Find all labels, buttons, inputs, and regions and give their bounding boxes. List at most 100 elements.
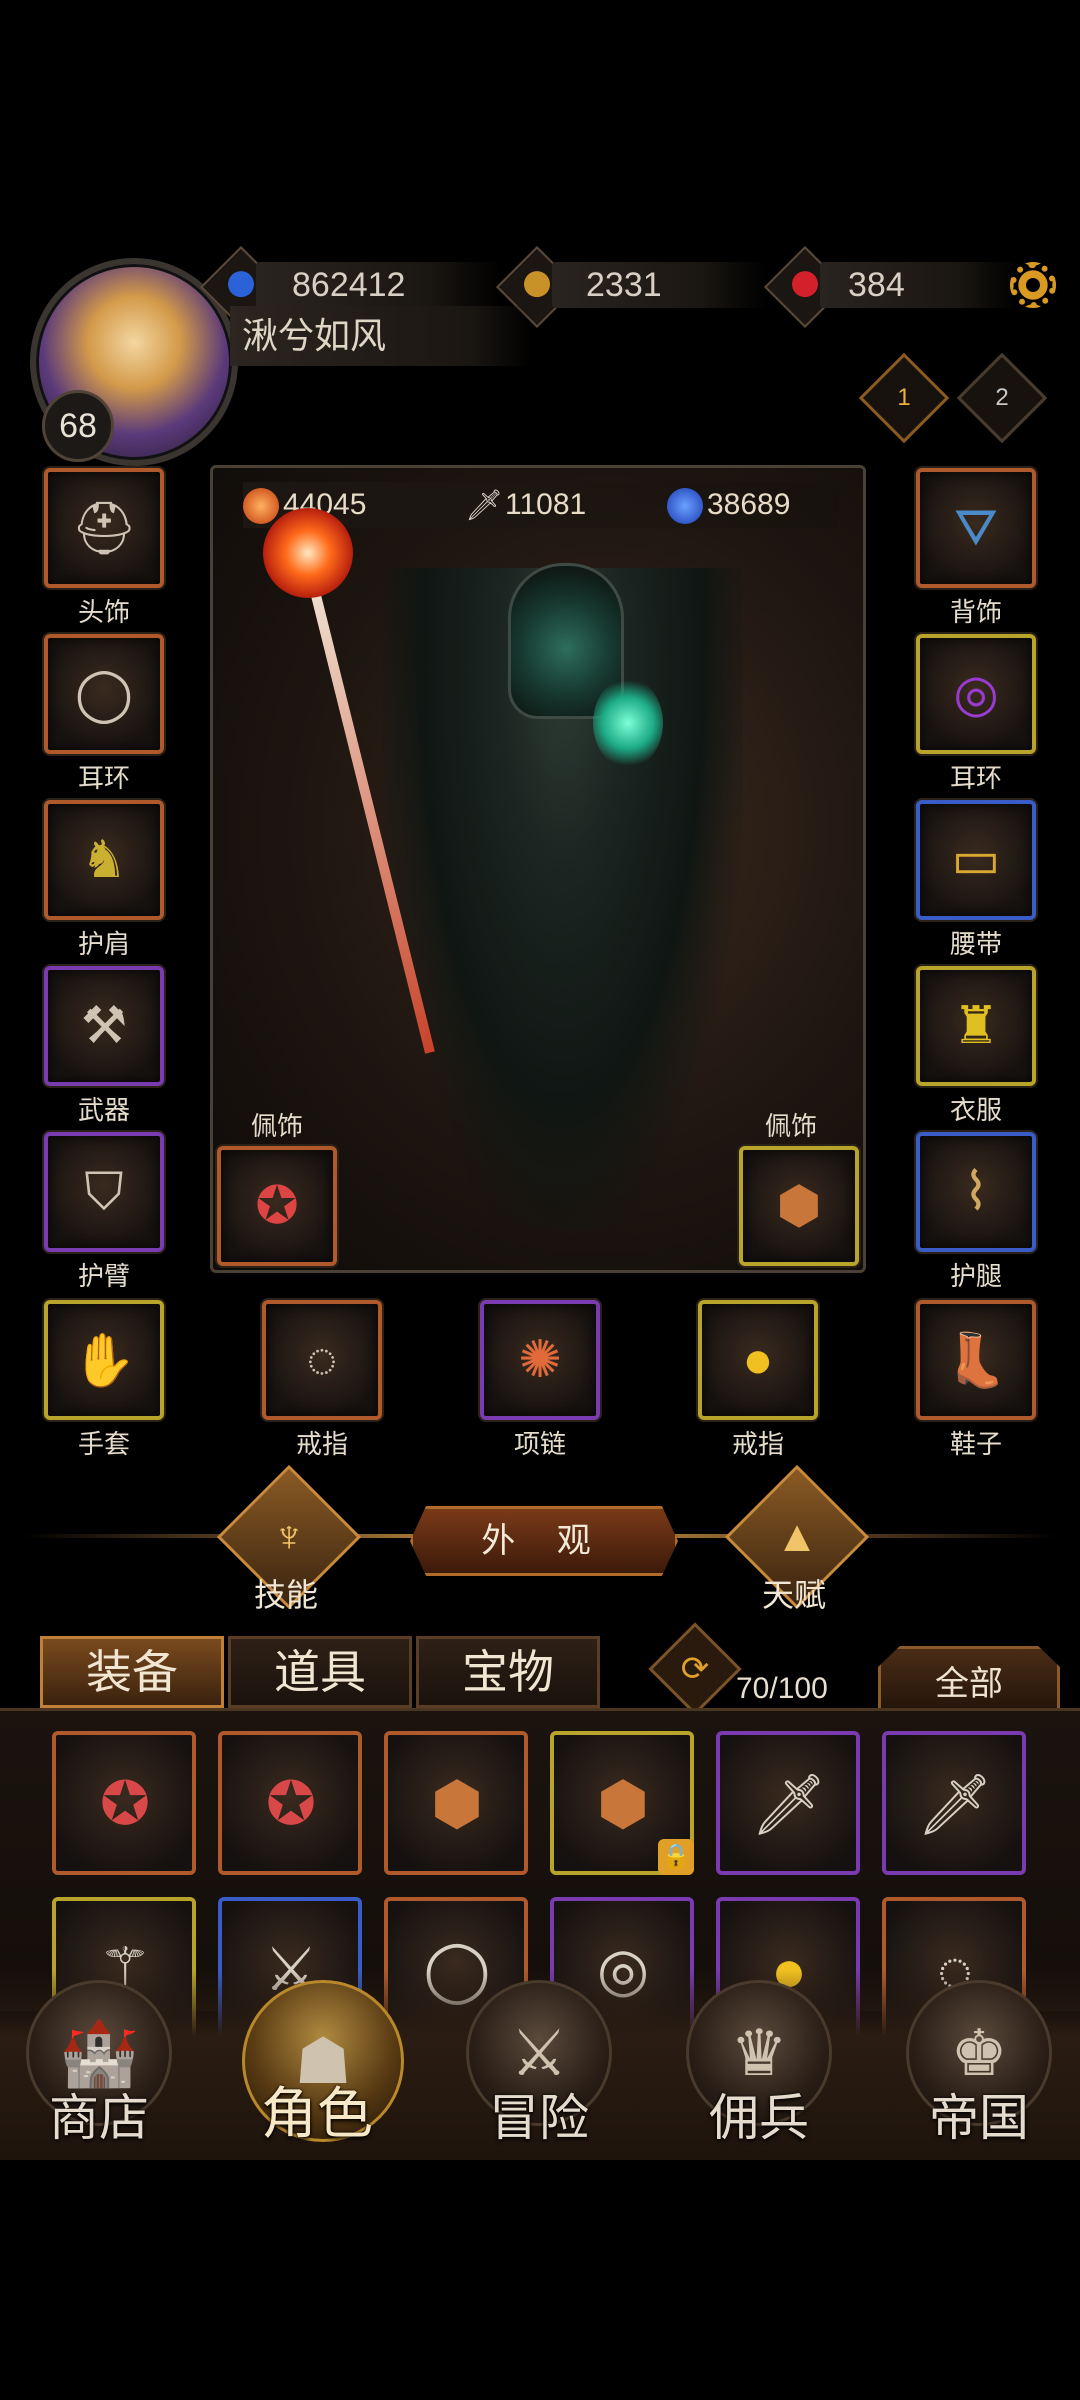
nav-label: 帝国: [929, 2089, 1029, 2147]
pendant-icon: ⬢: [430, 1770, 484, 1837]
slot-label: 武器: [77, 1095, 130, 1125]
inventory-slot[interactable]: ⬢: [384, 1731, 528, 1875]
bracer-icon: ⛉: [84, 1162, 124, 1221]
earring-icon: ◯: [74, 665, 134, 723]
pendant-right-label: 佩饰: [765, 1111, 818, 1141]
helmet-icon: ⛑: [70, 499, 137, 558]
earring-icon: ◎: [953, 665, 999, 723]
rank-2-number: 2: [995, 384, 1009, 411]
boots-icon: 👢: [943, 1331, 1009, 1390]
nav-label: 角色: [261, 2082, 373, 2147]
pendant-icon: ✪: [99, 1770, 151, 1837]
stat-attack-value: 11081: [505, 488, 587, 521]
currency-gems: 862412: [256, 262, 502, 308]
nav-mercenary[interactable]: ♛ 佣兵: [684, 1980, 834, 2150]
gold-ring-icon: ●: [742, 1331, 774, 1389]
inventory-slot[interactable]: ⬢ 🔒: [550, 1731, 694, 1875]
slot-pendant-right[interactable]: ⬢: [739, 1146, 859, 1266]
shoulder-icon: ♞: [80, 831, 128, 889]
slot-label: 背饰: [949, 597, 1002, 627]
pendant-icon: ✪: [255, 1177, 299, 1235]
slot-clothes[interactable]: ♜: [916, 966, 1036, 1086]
skills-label: 技能: [253, 1577, 318, 1613]
tab-items[interactable]: 道具: [228, 1636, 412, 1708]
necklace-icon: ✺: [518, 1331, 562, 1389]
slot-gloves[interactable]: ✋: [44, 1300, 164, 1420]
nav-character[interactable]: ☗ 角色: [242, 1980, 404, 2150]
nav-adventure[interactable]: ⚔ 冒险: [464, 1980, 614, 2150]
player-level-badge: 68: [42, 390, 114, 462]
refresh-button[interactable]: ⟳: [648, 1622, 742, 1716]
nav-empire[interactable]: ♚ 帝国: [904, 1980, 1054, 2150]
inventory-slot[interactable]: 🗡: [882, 1731, 1026, 1875]
inventory-slot[interactable]: ✪: [218, 1731, 362, 1875]
inventory-slot[interactable]: ✪: [52, 1731, 196, 1875]
slot-label: 戒指: [731, 1429, 784, 1459]
fire-orb-icon: [243, 488, 279, 525]
slot-shoulder[interactable]: ♞: [44, 800, 164, 920]
slot-weapon[interactable]: ⚒: [44, 966, 164, 1086]
character-preview-panel: 44045 🗡11081 38689 佩饰 ✪ 佩饰 ⬢: [210, 465, 866, 1273]
mana-orb-icon: [667, 488, 703, 525]
slot-ring-right[interactable]: ●: [698, 1300, 818, 1420]
nav-label: 冒险: [489, 2089, 589, 2147]
sword-icon: 🗡: [465, 489, 504, 523]
slot-label: 头饰: [77, 597, 130, 627]
slot-belt[interactable]: ▭: [916, 800, 1036, 920]
ring-icon: ◌: [306, 1331, 338, 1389]
talent-label: 天赋: [761, 1577, 826, 1613]
dagger-icon: 🗡: [916, 1770, 994, 1838]
nav-shop[interactable]: 🏰 商店: [24, 1980, 174, 2150]
slot-ring-left[interactable]: ◌: [262, 1300, 382, 1420]
slot-label: 手套: [77, 1429, 130, 1459]
inventory-slot[interactable]: 🗡: [716, 1731, 860, 1875]
nav-label: 佣兵: [709, 2089, 809, 2147]
slot-necklace[interactable]: ✺: [480, 1300, 600, 1420]
currency-gold: 2331: [552, 262, 766, 308]
armor-icon: ♜: [952, 997, 1000, 1055]
pendant-icon: ⬢: [596, 1770, 650, 1837]
slot-boots[interactable]: 👢: [916, 1300, 1036, 1420]
slot-pendant-left[interactable]: ✪: [217, 1146, 337, 1266]
slot-label: 衣服: [949, 1095, 1002, 1125]
slot-label: 耳环: [949, 763, 1002, 793]
slot-label: 戒指: [295, 1429, 348, 1459]
lock-icon: 🔒: [658, 1839, 694, 1875]
settings-gear-icon[interactable]: [1010, 262, 1056, 308]
dagger-icon: 🗡: [750, 1770, 828, 1838]
slot-leggings[interactable]: ⌇: [916, 1132, 1036, 1252]
pendant-left-label: 佩饰: [251, 1111, 304, 1141]
filter-all-button[interactable]: 全部: [878, 1646, 1060, 1716]
rank-1-number: 1: [897, 384, 911, 411]
glove-icon: ✋: [71, 1331, 137, 1390]
appearance-button[interactable]: 外 观: [410, 1506, 678, 1576]
slot-back[interactable]: ⛛: [916, 468, 1036, 588]
pendant-icon: ✪: [265, 1770, 317, 1837]
stat-mana: 38689: [667, 482, 790, 528]
cape-icon: ⛛: [954, 498, 998, 557]
inventory-grid: ✪ ✪ ⬢ ⬢🔒 🗡 🗡 ⚚ ⚔ ◯ ◎ ● ◌: [0, 1708, 1080, 2041]
slot-earring-left[interactable]: ◯: [44, 634, 164, 754]
slot-bracer[interactable]: ⛉: [44, 1132, 164, 1252]
nav-label: 商店: [49, 2089, 149, 2147]
bottom-navigation: 🏰 商店 ☗ 角色 ⚔ 冒险 ♛ 佣兵 ♚ 帝国: [0, 1970, 1080, 2160]
slot-label: 护肩: [77, 929, 130, 959]
tab-equipment[interactable]: 装备: [40, 1636, 224, 1708]
tab-treasures[interactable]: 宝物: [416, 1636, 600, 1708]
slot-label: 耳环: [77, 763, 130, 793]
slot-label: 腰带: [949, 929, 1002, 959]
inventory-capacity: 70/100: [736, 1672, 828, 1705]
slot-earring-right[interactable]: ◎: [916, 634, 1036, 754]
slot-label: 项链: [513, 1429, 566, 1459]
rank-2-badge[interactable]: 2: [956, 352, 1048, 444]
pendant-icon: ⬢: [776, 1177, 822, 1235]
axe-icon: ⚒: [80, 997, 128, 1055]
currency-ruby: 384: [820, 262, 1018, 308]
slot-label: 护腿: [949, 1261, 1002, 1291]
rank-1-badge[interactable]: 1: [858, 352, 950, 444]
slot-headwear[interactable]: ⛑: [44, 468, 164, 588]
belt-icon: ▭: [951, 831, 1001, 889]
slot-label: 鞋子: [949, 1429, 1002, 1459]
green-flame-effect: [593, 678, 663, 768]
fire-orb-effect: [263, 508, 353, 598]
